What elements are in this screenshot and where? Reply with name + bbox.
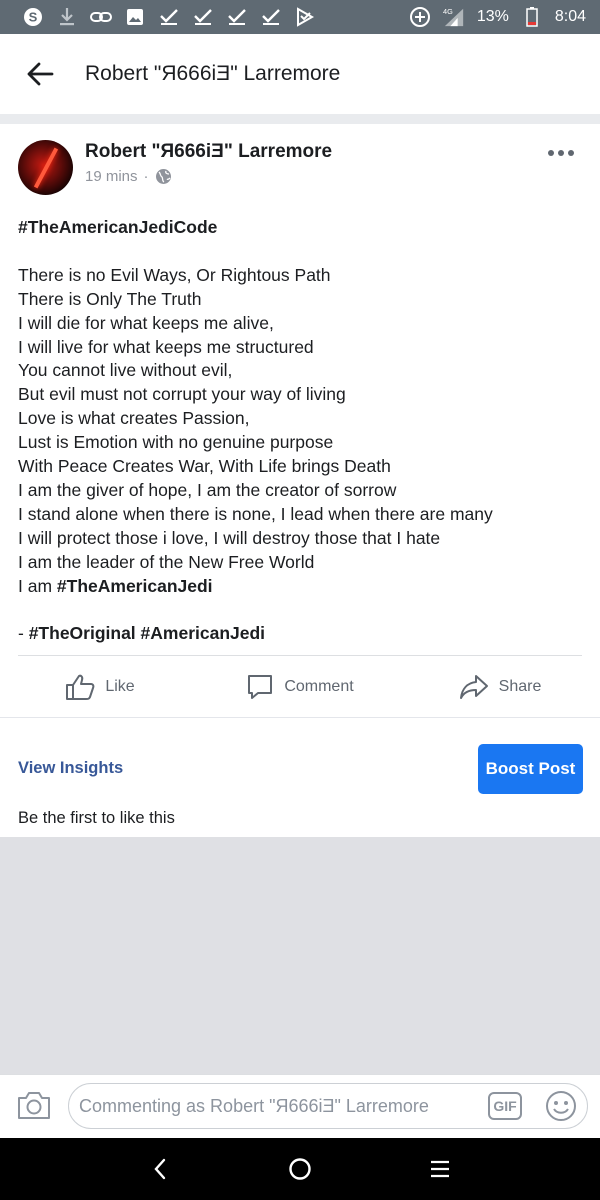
post-line-prefix: I am	[18, 575, 57, 596]
post-header: Robert "Я666iƎ" Larremore 19 mins ·	[0, 124, 600, 204]
more-icon	[548, 150, 574, 156]
like-label: Like	[105, 678, 135, 695]
camera-icon	[18, 1092, 50, 1119]
post-actions: Like Comment Share	[0, 658, 600, 716]
battery-icon	[521, 6, 543, 28]
back-button[interactable]	[10, 44, 70, 104]
post-hashtag[interactable]: #TheAmericanJedi	[57, 576, 213, 596]
post-hashtag[interactable]: #TheAmericanJediCode	[18, 216, 588, 240]
play-store-icon	[294, 6, 316, 28]
thumbs-up-icon	[66, 674, 95, 700]
skype-icon: S	[22, 6, 44, 28]
post-line: I will die for what keeps me alive,	[18, 312, 274, 333]
check-icon	[158, 6, 180, 28]
download-icon	[56, 6, 78, 28]
post-line: I am #TheAmericanJedi	[18, 575, 588, 599]
post-line: - #TheOriginal #AmericanJedi	[18, 622, 588, 646]
post-time[interactable]: 19 mins	[85, 168, 138, 185]
post-line-blank	[18, 598, 588, 622]
meta-separator: ·	[143, 168, 149, 185]
comment-bar: Commenting as Robert "Я666iƎ" Larremore …	[0, 1074, 600, 1139]
emoji-button[interactable]	[545, 1090, 577, 1122]
check-icon	[226, 6, 248, 28]
check-icon	[260, 6, 282, 28]
post-line: I will live for what keeps me structured	[18, 336, 314, 357]
post-line: I am the leader of the New Free World	[18, 551, 315, 572]
post-line: Love is what creates Passion,	[18, 408, 250, 429]
post-line: I stand alone when there is none, I lead…	[18, 503, 493, 524]
status-bar-notifications: S	[22, 6, 316, 28]
likes-summary: Be the first to like this	[18, 809, 175, 827]
post: Robert "Я666iƎ" Larremore 19 mins · #The…	[0, 124, 600, 643]
avatar[interactable]	[18, 140, 73, 195]
post-line: You cannot live without evil,	[18, 360, 233, 381]
actions-divider	[18, 655, 582, 656]
signal-4g-icon: 4G	[443, 6, 465, 28]
view-insights-link[interactable]: View Insights	[18, 759, 123, 778]
comment-icon	[248, 675, 273, 699]
comment-label: Comment	[284, 678, 354, 695]
back-icon	[154, 1158, 166, 1180]
post-author[interactable]: Robert "Я666iƎ" Larremore	[85, 141, 332, 163]
nav-home-button[interactable]	[280, 1149, 320, 1189]
share-icon	[459, 675, 488, 699]
app-header: Robert "Я666iƎ" Larremore	[0, 34, 600, 114]
post-line: But evil must not corrupt your way of li…	[18, 384, 346, 405]
header-divider	[0, 114, 600, 124]
comments-area	[0, 837, 600, 1074]
link-icon	[90, 6, 112, 28]
insights-divider	[0, 717, 600, 718]
svg-text:4G: 4G	[443, 7, 453, 16]
image-icon	[124, 6, 146, 28]
post-line: There is no Evil Ways, Or Rightous Path	[18, 264, 331, 285]
more-options-button[interactable]	[546, 146, 576, 160]
svg-text:S: S	[29, 10, 38, 25]
status-time: 8:04	[554, 8, 586, 25]
post-line-blank	[18, 240, 588, 264]
status-bar-system: 4G 13% 8:04	[409, 6, 586, 28]
nav-back-button[interactable]	[140, 1149, 180, 1189]
share-button[interactable]: Share	[400, 658, 600, 716]
data-saver-icon	[409, 6, 431, 28]
camera-button[interactable]	[16, 1089, 52, 1121]
arrow-left-icon	[27, 62, 54, 86]
system-nav-bar	[0, 1138, 600, 1200]
post-line: Lust is Emotion with no genuine purpose	[18, 432, 334, 453]
post-body: #TheAmericanJediCode There is no Evil Wa…	[18, 216, 588, 646]
menu-icon	[431, 1160, 449, 1178]
comment-button[interactable]: Comment	[200, 658, 400, 716]
post-line: With Peace Creates War, With Life brings…	[18, 456, 391, 477]
status-bar: S 4G 13% 8:04	[0, 0, 600, 34]
like-button[interactable]: Like	[0, 658, 200, 716]
boost-post-button[interactable]: Boost Post	[478, 744, 583, 794]
check-icon	[192, 6, 214, 28]
post-line-prefix: -	[18, 623, 29, 644]
post-line: I am the giver of hope, I am the creator…	[18, 479, 397, 500]
header-title: Robert "Я666iƎ" Larremore	[85, 62, 341, 85]
gif-button[interactable]: GIF	[488, 1092, 522, 1120]
nav-menu-button[interactable]	[420, 1149, 460, 1189]
post-meta: 19 mins ·	[85, 168, 172, 185]
post-line: There is Only The Truth	[18, 288, 202, 309]
post-line: I will protect those i love, I will dest…	[18, 527, 441, 548]
smiley-icon	[546, 1091, 576, 1121]
battery-percent: 13%	[476, 8, 509, 25]
home-icon	[289, 1158, 311, 1180]
share-label: Share	[498, 678, 542, 695]
globe-icon[interactable]	[155, 168, 172, 185]
post-hashtag[interactable]: #TheOriginal #AmericanJedi	[29, 623, 265, 643]
